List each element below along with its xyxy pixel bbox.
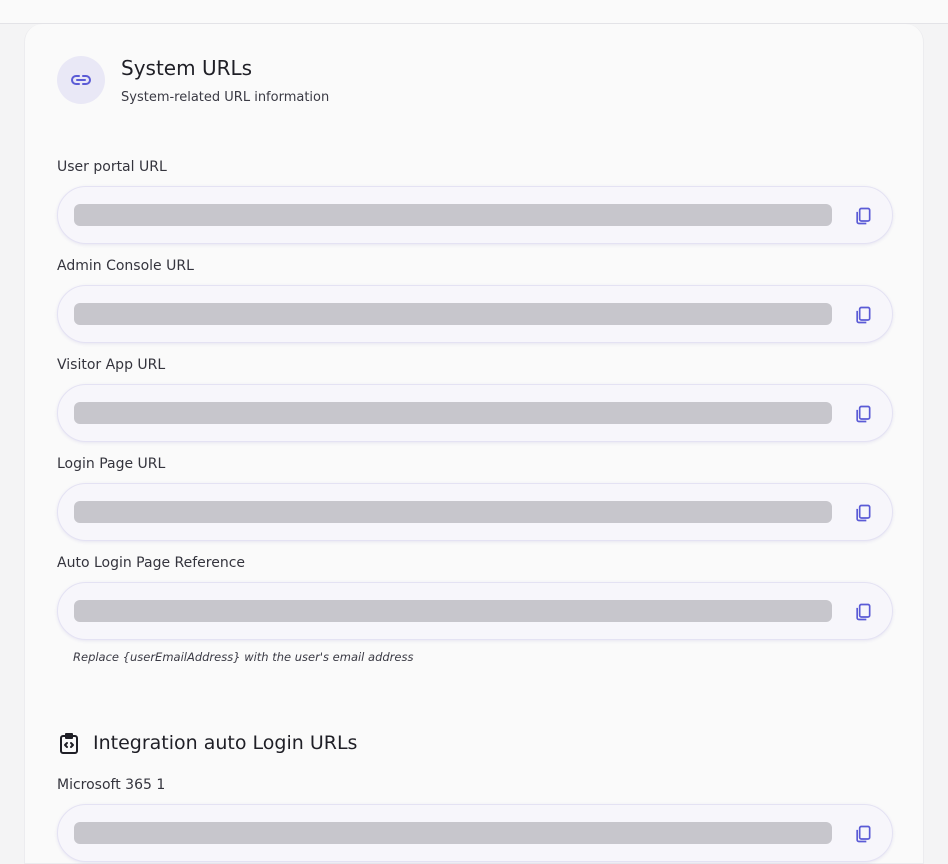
system-urls-card: System URLs System-related URL informati… — [24, 24, 924, 864]
redacted-url-value — [74, 402, 832, 424]
redacted-url-value — [74, 822, 832, 844]
redacted-url-value — [74, 204, 832, 226]
integration-section-title: Integration auto Login URLs — [93, 732, 358, 754]
copy-button[interactable] — [848, 300, 878, 330]
link-icon — [57, 56, 105, 104]
user-portal-url-label: User portal URL — [57, 159, 167, 175]
copy-icon — [856, 306, 871, 324]
copy-icon — [856, 504, 871, 522]
copy-icon — [856, 603, 871, 621]
copy-button[interactable] — [848, 498, 878, 528]
auto-login-hint: Replace {userEmailAddress} with the user… — [73, 650, 414, 664]
top-bar — [0, 0, 948, 24]
copy-button[interactable] — [848, 597, 878, 627]
auto-login-page-reference-label: Auto Login Page Reference — [57, 555, 246, 571]
visitor-app-url-field[interactable] — [57, 384, 893, 442]
redacted-url-value — [74, 303, 832, 325]
copy-icon — [856, 825, 871, 843]
redacted-url-value — [74, 501, 832, 523]
microsoft-365-url-field[interactable] — [57, 804, 893, 862]
section-title: System URLs — [121, 56, 253, 80]
code-clipboard-icon — [57, 732, 81, 756]
login-page-url-field[interactable] — [57, 483, 893, 541]
user-portal-url-field[interactable] — [57, 186, 893, 244]
login-page-url-label: Login Page URL — [57, 456, 166, 472]
section-subtitle: System-related URL information — [121, 90, 330, 105]
copy-icon — [856, 207, 871, 225]
copy-button[interactable] — [848, 399, 878, 429]
copy-button[interactable] — [848, 201, 878, 231]
redacted-url-value — [74, 600, 832, 622]
admin-console-url-label: Admin Console URL — [57, 258, 194, 274]
visitor-app-url-label: Visitor App URL — [57, 357, 166, 373]
microsoft-365-label: Microsoft 365 1 — [57, 777, 166, 793]
auto-login-page-reference-field[interactable] — [57, 582, 893, 640]
copy-icon — [856, 405, 871, 423]
copy-button[interactable] — [848, 819, 878, 849]
admin-console-url-field[interactable] — [57, 285, 893, 343]
